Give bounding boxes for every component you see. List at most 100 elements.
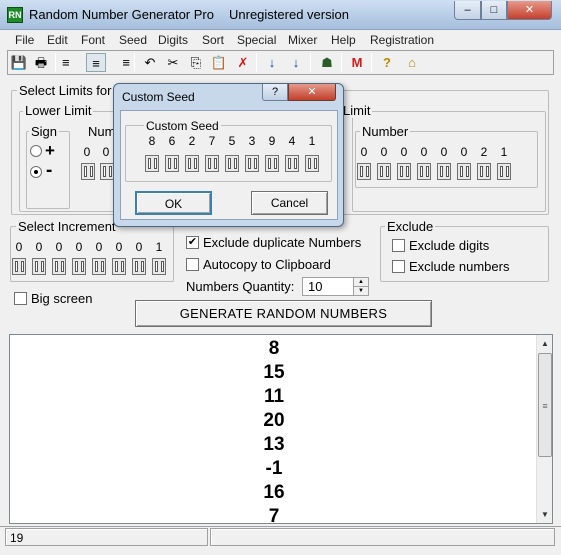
sort-ascending-icon[interactable]: ↓ [262, 53, 282, 72]
seed-digit-spinner[interactable] [205, 155, 219, 172]
increment-digit: 0 [95, 240, 103, 254]
exclude-label: Exclude [385, 219, 436, 234]
upper-digit-spinner[interactable] [357, 163, 371, 180]
increment-digit-spinner[interactable] [72, 258, 86, 275]
mixer-icon[interactable]: ☗ [317, 53, 337, 72]
seed-digit: 6 [168, 134, 176, 148]
exclude-duplicates-label: Exclude duplicate Numbers [203, 235, 362, 250]
seed-digit-spinner[interactable] [245, 155, 259, 172]
save-icon[interactable]: 💾 [9, 53, 29, 72]
vertical-scrollbar[interactable]: ▲ ≡ ▼ [536, 335, 552, 523]
menu-special[interactable]: Special [237, 33, 276, 47]
align-right-icon[interactable]: ≡ [110, 53, 130, 72]
sign-plus-radio[interactable] [30, 145, 42, 157]
output-number: 8 [268, 338, 280, 359]
cut-icon[interactable]: ✂ [163, 53, 183, 72]
upper-digit: 0 [420, 145, 428, 159]
help-icon[interactable]: ? [377, 53, 397, 72]
lower-digit: 0 [102, 145, 110, 159]
increment-digit-spinner[interactable] [132, 258, 146, 275]
scroll-thumb[interactable]: ≡ [538, 353, 552, 457]
upper-digit-spinner[interactable] [457, 163, 471, 180]
lower-digit: 0 [83, 145, 91, 159]
menu-sort[interactable]: Sort [202, 33, 224, 47]
lower-digit-spinner[interactable] [100, 163, 114, 180]
output-number: 16 [263, 482, 285, 503]
sort-descending-icon[interactable]: ↓ [286, 53, 306, 72]
output-area[interactable]: 8 15 11 20 13 -1 16 7 [9, 334, 553, 524]
seed-group-label: Custom Seed [144, 119, 221, 133]
home-icon[interactable]: ⌂ [402, 53, 422, 72]
lower-digit-spinner[interactable] [81, 163, 95, 180]
menu-registration[interactable]: Registration [370, 33, 434, 47]
paste-icon[interactable]: 📋 [209, 53, 229, 72]
upper-digit-spinner[interactable] [497, 163, 511, 180]
menu-edit[interactable]: Edit [47, 33, 68, 47]
exclude-digits-checkbox[interactable] [392, 239, 405, 252]
dialog-title: Custom Seed [122, 90, 195, 104]
seed-digit-spinner[interactable] [265, 155, 279, 172]
seed-digit-spinner[interactable] [305, 155, 319, 172]
copy-icon[interactable]: ⎘ [186, 53, 206, 72]
output-number: 11 [263, 386, 285, 407]
menu-mixer[interactable]: Mixer [288, 33, 317, 47]
menu-digits[interactable]: Digits [158, 33, 188, 47]
sign-minus-radio[interactable] [30, 166, 42, 178]
output-number: 13 [263, 434, 285, 455]
upper-digit: 0 [380, 145, 388, 159]
maximize-button[interactable]: □ [481, 1, 507, 20]
menu-help[interactable]: Help [331, 33, 356, 47]
increment-digit-spinner[interactable] [92, 258, 106, 275]
seed-digit: 3 [248, 134, 256, 148]
menu-seed[interactable]: Seed [119, 33, 147, 47]
seed-digit-spinner[interactable] [225, 155, 239, 172]
increment-digit-spinner[interactable] [32, 258, 46, 275]
seed-digit-spinner[interactable] [165, 155, 179, 172]
exclude-duplicates-checkbox[interactable]: ✔ [186, 236, 199, 249]
spin-up-icon[interactable]: ▲ [354, 278, 368, 287]
select-limits-label: Select Limits for [17, 83, 114, 98]
ok-button[interactable]: OK [135, 191, 212, 215]
m-icon[interactable]: M [347, 53, 367, 72]
close-button[interactable]: ✕ [507, 1, 552, 20]
big-screen-checkbox[interactable] [14, 292, 27, 305]
increment-digit-spinner[interactable] [112, 258, 126, 275]
upper-digit: 2 [480, 145, 488, 159]
seed-digit: 1 [308, 134, 316, 148]
print-icon[interactable]: 🖶 [31, 53, 51, 72]
generate-button[interactable]: GENERATE RANDOM NUMBERS [135, 300, 432, 327]
align-left-icon[interactable]: ≡ [62, 53, 82, 72]
exclude-numbers-checkbox[interactable] [392, 260, 405, 273]
minimize-button[interactable]: ‒ [454, 1, 481, 20]
upper-digit-spinner[interactable] [397, 163, 411, 180]
seed-digit: 9 [268, 134, 276, 148]
spin-down-icon[interactable]: ▼ [354, 287, 368, 295]
autocopy-checkbox[interactable] [186, 258, 199, 271]
upper-digit-spinner[interactable] [437, 163, 451, 180]
seed-digit-spinner[interactable] [285, 155, 299, 172]
increment-digit-spinner[interactable] [152, 258, 166, 275]
undo-icon[interactable]: ↶ [140, 53, 160, 72]
toolbar-separator [341, 53, 342, 72]
scroll-up-icon[interactable]: ▲ [537, 335, 553, 352]
increment-digit-spinner[interactable] [12, 258, 26, 275]
upper-digit-spinner[interactable] [377, 163, 391, 180]
toolbar-separator [256, 53, 257, 72]
menu-file[interactable]: File [15, 33, 34, 47]
dialog-help-button[interactable]: ? [262, 84, 288, 101]
dialog-close-button[interactable]: ✕ [288, 84, 336, 101]
upper-digit-spinner[interactable] [477, 163, 491, 180]
output-number: 20 [263, 410, 285, 431]
delete-icon[interactable]: ✗ [233, 53, 253, 72]
increment-digit-spinner[interactable] [52, 258, 66, 275]
menu-font[interactable]: Font [81, 33, 105, 47]
align-center-icon[interactable]: ≡ [86, 53, 106, 72]
quantity-input[interactable]: 10 [302, 277, 354, 296]
cancel-button[interactable]: Cancel [251, 191, 328, 215]
seed-digit-spinner[interactable] [185, 155, 199, 172]
scroll-down-icon[interactable]: ▼ [537, 506, 553, 523]
app-icon: RN [7, 7, 23, 23]
seed-digit-spinner[interactable] [145, 155, 159, 172]
quantity-spinner[interactable]: ▲ ▼ [353, 277, 369, 296]
upper-digit-spinner[interactable] [417, 163, 431, 180]
